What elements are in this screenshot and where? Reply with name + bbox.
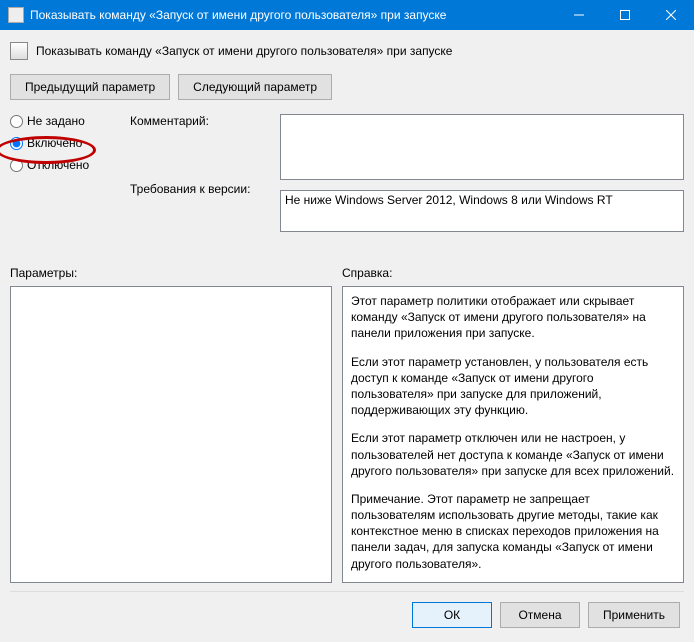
help-p1: Этот параметр политики отображает или ск… (351, 293, 675, 342)
maximize-button[interactable] (602, 0, 648, 30)
radio-enabled-label: Включено (27, 136, 82, 150)
cancel-button[interactable]: Отмена (500, 602, 580, 628)
lower-grid: Этот параметр политики отображает или ск… (10, 286, 684, 583)
radio-disabled-input[interactable] (10, 159, 23, 172)
apply-button[interactable]: Применить (588, 602, 680, 628)
comment-label: Комментарий: (130, 114, 270, 128)
help-p2: Если этот параметр установлен, у пользов… (351, 354, 675, 419)
window-title: Показывать команду «Запуск от имени друг… (30, 8, 556, 22)
minimize-button[interactable] (556, 0, 602, 30)
radio-disabled[interactable]: Отключено (10, 158, 120, 172)
requirements-label: Требования к версии: (130, 182, 270, 196)
radio-not-configured-label: Не задано (27, 114, 85, 128)
radio-enabled-input[interactable] (10, 137, 23, 150)
radio-enabled[interactable]: Включено (10, 136, 120, 150)
comment-textarea[interactable] (280, 114, 684, 180)
radio-not-configured-input[interactable] (10, 115, 23, 128)
labels-column: Комментарий: Требования к версии: (130, 114, 270, 250)
policy-title: Показывать команду «Запуск от имени друг… (36, 44, 452, 58)
radio-disabled-label: Отключено (27, 158, 89, 172)
next-setting-button[interactable]: Следующий параметр (178, 74, 332, 100)
ok-button[interactable]: ОК (412, 602, 492, 628)
titlebar: Показывать команду «Запуск от имени друг… (0, 0, 694, 30)
nav-buttons: Предыдущий параметр Следующий параметр (10, 74, 684, 100)
policy-icon (10, 42, 28, 60)
section-labels: Параметры: Справка: (10, 266, 684, 280)
upper-grid: Не задано Включено Отключено Комментарий… (10, 114, 684, 250)
help-p3: Если этот параметр отключен или не настр… (351, 430, 675, 479)
radio-column: Не задано Включено Отключено (10, 114, 120, 250)
parameters-label: Параметры: (10, 266, 342, 280)
requirements-textarea[interactable] (280, 190, 684, 232)
close-button[interactable] (648, 0, 694, 30)
prev-setting-button[interactable]: Предыдущий параметр (10, 74, 170, 100)
help-label: Справка: (342, 266, 392, 280)
help-p4: Примечание. Этот параметр не запрещает п… (351, 491, 675, 572)
app-icon (8, 7, 24, 23)
footer-buttons: ОК Отмена Применить (10, 591, 684, 634)
content-area: Показывать команду «Запуск от имени друг… (0, 30, 694, 642)
radio-not-configured[interactable]: Не задано (10, 114, 120, 128)
help-box[interactable]: Этот параметр политики отображает или ск… (342, 286, 684, 583)
fields-column (280, 114, 684, 250)
parameters-box[interactable] (10, 286, 332, 583)
policy-header: Показывать команду «Запуск от имени друг… (10, 38, 684, 64)
